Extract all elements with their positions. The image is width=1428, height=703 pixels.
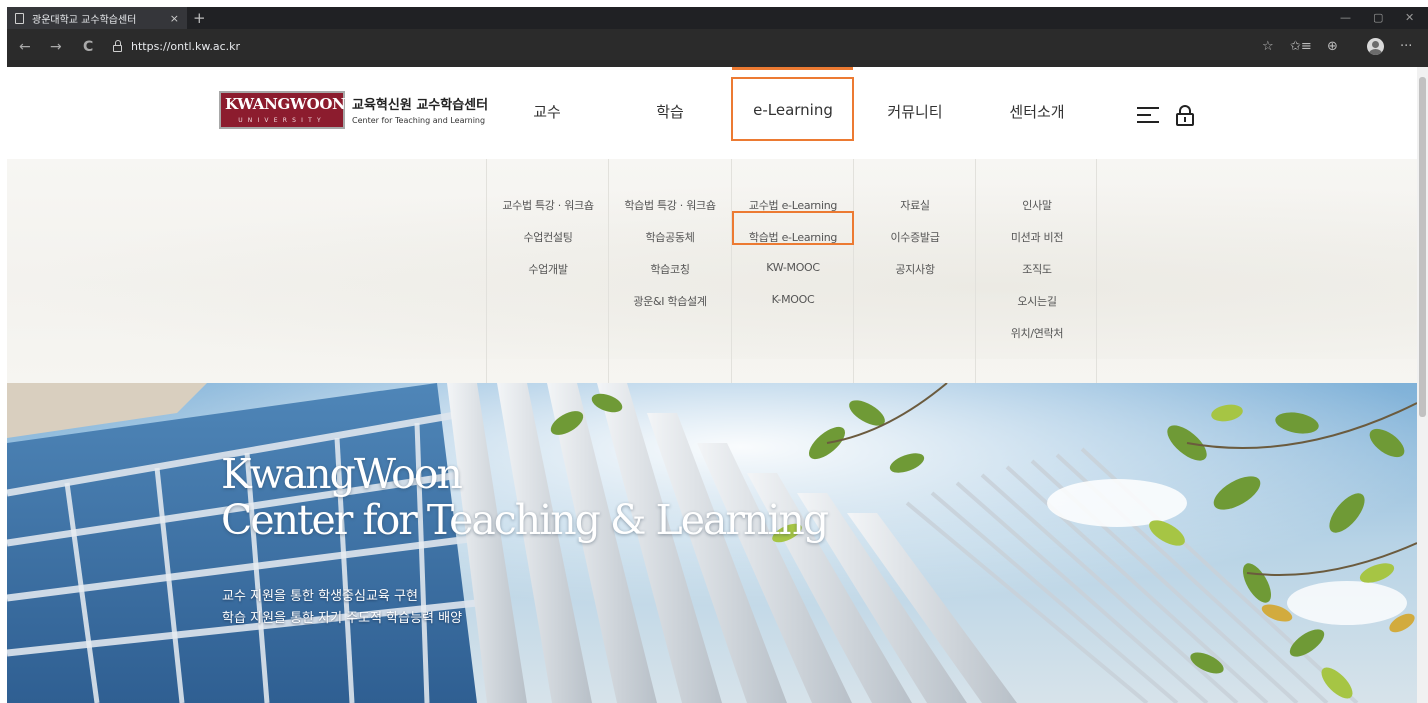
minimize-icon[interactable]: — — [1340, 7, 1351, 29]
submenu-column-learning: 학습법 특강 · 워크숍 학습공동체 학습코칭 광운&I 학습설계 — [608, 159, 730, 383]
favorites-icon[interactable]: ✩≡ — [1290, 38, 1312, 56]
submenu-item[interactable]: 미션과 비전 — [976, 229, 1098, 245]
submenu-item[interactable]: 이수증발급 — [854, 229, 976, 245]
hero-banner: KwangWoon Center for Teaching & Learning… — [7, 383, 1417, 703]
hero-subtitle-line2: 학습 지원을 통한 자기 주도적 학습능력 배양 — [222, 611, 463, 626]
gnb-item-about[interactable]: 센터소개 — [976, 101, 1098, 122]
back-icon[interactable]: ← — [19, 38, 31, 56]
hero-title-line2: Center for Teaching & Learning — [221, 496, 829, 544]
submenu-item[interactable]: 학습법 특강 · 워크숍 — [609, 197, 731, 213]
collections-icon[interactable]: ⊕ — [1327, 38, 1338, 56]
submenu-item[interactable]: 공지사항 — [854, 261, 976, 277]
close-tab-icon[interactable]: × — [170, 12, 179, 25]
url-field[interactable]: https://ontl.kw.ac.kr — [113, 40, 240, 53]
submenu-item[interactable]: 학습코칭 — [609, 261, 731, 277]
active-menu-indicator — [732, 67, 853, 70]
page-icon — [15, 12, 24, 24]
scrollbar-thumb[interactable] — [1419, 77, 1426, 417]
tab-bar: 광운대학교 교수학습센터 × + — ▢ ✕ — [7, 7, 1428, 29]
restore-icon[interactable]: ▢ — [1373, 7, 1383, 29]
submenu-item[interactable]: 자료실 — [854, 197, 976, 213]
tab-title: 광운대학교 교수학습센터 — [32, 14, 137, 26]
address-bar: ← → C https://ontl.kw.ac.kr ☆ ✩≡ ⊕ ··· — [7, 29, 1428, 67]
submenu-column-community: 자료실 이수증발급 공지사항 — [853, 159, 975, 383]
university-logo[interactable]: KWANGWOON UNIVERSITY — [219, 91, 346, 129]
gnb-item-professor[interactable]: 교수 — [486, 101, 608, 122]
submenu-item[interactable]: 수업컨설팅 — [487, 229, 609, 245]
website: KWANGWOON UNIVERSITY 교육혁신원 교수학습센터 Center… — [7, 67, 1417, 703]
gnb-item-learning[interactable]: 학습 — [609, 101, 731, 122]
login-lock-icon[interactable] — [1176, 105, 1194, 126]
submenu-column-elearning: 교수법 e-Learning 학습법 e-Learning KW-MOOC K-… — [731, 159, 853, 383]
elearning-highlight-box — [731, 77, 854, 141]
submenu-item[interactable]: 위치/연락처 — [976, 325, 1098, 341]
submenu-highlight-box — [732, 211, 854, 245]
reload-icon[interactable]: C — [83, 38, 93, 56]
url-text: https://ontl.kw.ac.kr — [131, 40, 241, 53]
submenu-item[interactable]: 오시는길 — [976, 293, 1098, 309]
submenu-column-about: 인사말 미션과 비전 조직도 오시는길 위치/연락처 — [975, 159, 1097, 383]
site-header: KWANGWOON UNIVERSITY 교육혁신원 교수학습센터 Center… — [7, 67, 1417, 159]
gnb-item-community[interactable]: 커뮤니티 — [854, 101, 976, 122]
new-tab-icon[interactable]: + — [193, 8, 206, 28]
submenu-item[interactable]: 광운&I 학습설계 — [609, 293, 731, 309]
submenu-item[interactable]: 인사말 — [976, 197, 1098, 213]
mega-menu-dropdown: 교수법 특강 · 워크숍 수업컨설팅 수업개발 학습법 특강 · 워크숍 학습공… — [7, 159, 1417, 383]
forward-icon[interactable]: → — [50, 38, 62, 56]
submenu-column-professor: 교수법 특강 · 워크숍 수업컨설팅 수업개발 — [486, 159, 608, 383]
logo-main-text: KWANGWOON — [225, 95, 346, 113]
close-window-icon[interactable]: ✕ — [1405, 7, 1414, 29]
hero-title-line1: KwangWoon — [221, 450, 463, 498]
profile-avatar-icon[interactable] — [1367, 38, 1384, 55]
browser-window: 광운대학교 교수학습센터 × + — ▢ ✕ ← → C https://ont… — [7, 7, 1428, 703]
submenu-item[interactable]: KW-MOOC — [732, 261, 854, 274]
browser-tab[interactable]: 광운대학교 교수학습센터 × — [7, 7, 187, 29]
center-name-en[interactable]: Center for Teaching and Learning — [352, 116, 485, 125]
submenu-item[interactable]: 수업개발 — [487, 261, 609, 277]
read-aloud-icon[interactable]: ☆ — [1262, 38, 1274, 56]
center-name-ko[interactable]: 교육혁신원 교수학습센터 — [352, 94, 488, 113]
logo-sub-text: UNIVERSITY — [238, 117, 326, 124]
page-scrollbar[interactable] — [1417, 67, 1428, 703]
secure-lock-icon — [113, 40, 122, 52]
hero-title: KwangWoon Center for Teaching & Learning — [221, 450, 829, 544]
submenu-item[interactable]: 학습공동체 — [609, 229, 731, 245]
submenu-item[interactable]: K-MOOC — [732, 293, 854, 306]
hero-subtitle-line1: 교수 지원을 통한 학생중심교육 구현 — [222, 589, 418, 604]
hamburger-menu-icon[interactable] — [1137, 107, 1159, 123]
submenu-item[interactable]: 조직도 — [976, 261, 1098, 277]
submenu-item[interactable]: 교수법 특강 · 워크숍 — [487, 197, 609, 213]
more-icon[interactable]: ··· — [1400, 38, 1412, 56]
